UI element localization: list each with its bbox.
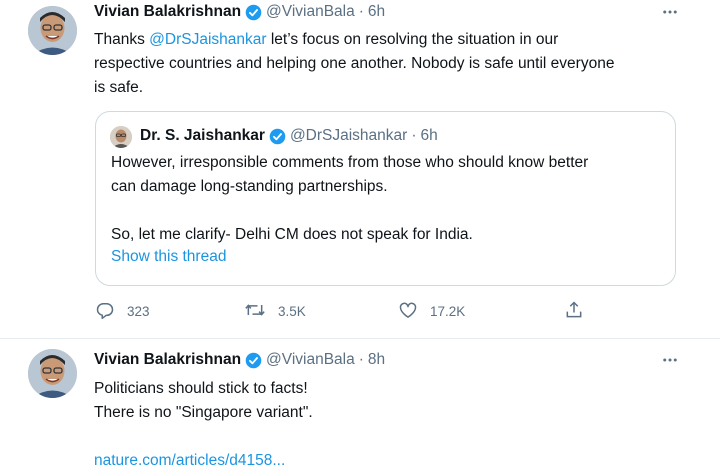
author-name[interactable]: Vivian Balakrishnan <box>94 3 241 21</box>
separator-dot: · <box>411 127 417 144</box>
more-options-icon[interactable] <box>656 2 684 22</box>
show-thread-link[interactable]: Show this thread <box>111 248 226 266</box>
quote-author-handle[interactable]: @DrSJaishankar <box>290 127 407 145</box>
quote-line-3: So, let me clarify- Delhi CM does not sp… <box>111 226 473 243</box>
author-handle[interactable]: @VivianBala <box>266 351 355 369</box>
timestamp[interactable]: 6h <box>368 3 385 21</box>
reply-button[interactable]: 323 <box>95 300 150 322</box>
reply-icon <box>95 300 127 323</box>
text-line-2: respective countries and helping one ano… <box>94 55 615 72</box>
tweet-text: Thanks @DrSJaishankar let’s focus on res… <box>94 28 694 100</box>
author-handle[interactable]: @VivianBala <box>266 3 355 21</box>
article-link[interactable]: nature.com/articles/d4158... <box>94 449 694 466</box>
retweet-count: 3.5K <box>278 303 306 319</box>
like-icon <box>398 300 430 323</box>
text-line-1: let’s focus on resolving the situation i… <box>266 31 559 48</box>
quote-line-1: However, irresponsible comments from tho… <box>111 154 589 171</box>
text-line-1: Politicians should stick to facts! <box>94 380 308 397</box>
separator-dot: · <box>358 351 364 368</box>
avatar[interactable] <box>28 349 77 398</box>
more-options-icon[interactable] <box>656 350 684 370</box>
mention-link[interactable]: @DrSJaishankar <box>149 31 266 48</box>
share-button[interactable] <box>564 300 596 322</box>
retweet-button[interactable]: 3.5K <box>244 300 306 322</box>
text-line-2: There is no "Singapore variant". <box>94 404 313 421</box>
avatar[interactable] <box>28 6 77 55</box>
reply-count: 323 <box>127 303 150 319</box>
text-prefix: Thanks <box>94 31 150 48</box>
quote-line-2: can damage long-standing partnerships. <box>111 178 388 195</box>
quoted-tweet[interactable]: Dr. S. Jaishankar @DrSJaishankar · 6h Ho… <box>95 111 676 286</box>
verified-badge-icon <box>245 4 262 21</box>
tweet-text: Politicians should stick to facts! There… <box>94 377 694 466</box>
retweet-icon <box>244 300 278 323</box>
verified-badge-icon <box>245 352 262 369</box>
quote-author-name[interactable]: Dr. S. Jaishankar <box>140 127 265 145</box>
quote-timestamp[interactable]: 6h <box>421 127 438 145</box>
tweet[interactable]: Vivian Balakrishnan @VivianBala · 8h Pol… <box>0 339 720 466</box>
separator-dot: · <box>358 3 364 20</box>
tweet[interactable]: Vivian Balakrishnan @VivianBala · 6h Tha… <box>0 0 720 339</box>
quote-header: Dr. S. Jaishankar @DrSJaishankar · 6h <box>140 127 438 145</box>
text-line-3: is safe. <box>94 79 144 96</box>
action-bar: 323 3.5K 17.2K <box>0 300 720 322</box>
tweet-header: Vivian Balakrishnan @VivianBala · 6h <box>94 2 385 22</box>
share-icon <box>564 300 596 323</box>
like-count: 17.2K <box>430 303 466 319</box>
verified-badge-icon <box>269 128 286 145</box>
author-name[interactable]: Vivian Balakrishnan <box>94 351 241 369</box>
like-button[interactable]: 17.2K <box>398 300 465 322</box>
timestamp[interactable]: 8h <box>368 351 385 369</box>
quote-text: However, irresponsible comments from tho… <box>111 151 666 247</box>
tweet-header: Vivian Balakrishnan @VivianBala · 8h <box>94 350 385 370</box>
quote-avatar[interactable] <box>110 126 132 148</box>
